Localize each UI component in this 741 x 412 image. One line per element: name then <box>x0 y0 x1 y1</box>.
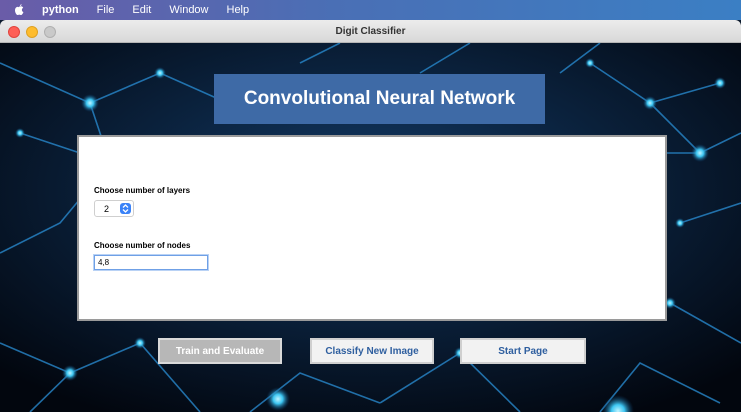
up-down-chevron-icon[interactable] <box>120 203 131 214</box>
train-and-evaluate-button[interactable]: Train and Evaluate <box>158 338 282 364</box>
menu-bar: python File Edit Window Help <box>0 0 741 20</box>
settings-panel: Choose number of layers 2 Choose number … <box>77 135 667 321</box>
menu-edit[interactable]: Edit <box>132 4 151 16</box>
menu-help[interactable]: Help <box>227 4 250 16</box>
window-controls <box>8 26 56 38</box>
close-window-button[interactable] <box>8 26 20 38</box>
start-button-label: Start Page <box>498 345 548 357</box>
window-title: Digit Classifier <box>335 25 406 37</box>
page-title-banner: Convolutional Neural Network <box>214 74 545 124</box>
app-window: Digit Classifier Convolutional Neural Ne… <box>0 20 741 412</box>
classify-new-image-button[interactable]: Classify New Image <box>310 338 434 364</box>
nodes-input[interactable] <box>94 255 208 270</box>
minimize-window-button[interactable] <box>26 26 38 38</box>
menu-app-python[interactable]: python <box>42 4 79 16</box>
page-title: Convolutional Neural Network <box>243 88 516 109</box>
start-page-button[interactable]: Start Page <box>460 338 586 364</box>
window-titlebar[interactable]: Digit Classifier <box>0 20 741 43</box>
nodes-label: Choose number of nodes <box>94 241 191 250</box>
layers-value: 2 <box>103 203 109 214</box>
layers-label: Choose number of layers <box>94 186 191 195</box>
menu-window[interactable]: Window <box>169 4 208 16</box>
layers-selector[interactable]: 2 <box>94 200 134 217</box>
train-button-label: Train and Evaluate <box>175 345 265 357</box>
classify-button-label: Classify New Image <box>325 345 419 357</box>
apple-icon[interactable] <box>12 3 26 17</box>
menu-file[interactable]: File <box>97 4 115 16</box>
zoom-window-button[interactable] <box>44 26 56 38</box>
